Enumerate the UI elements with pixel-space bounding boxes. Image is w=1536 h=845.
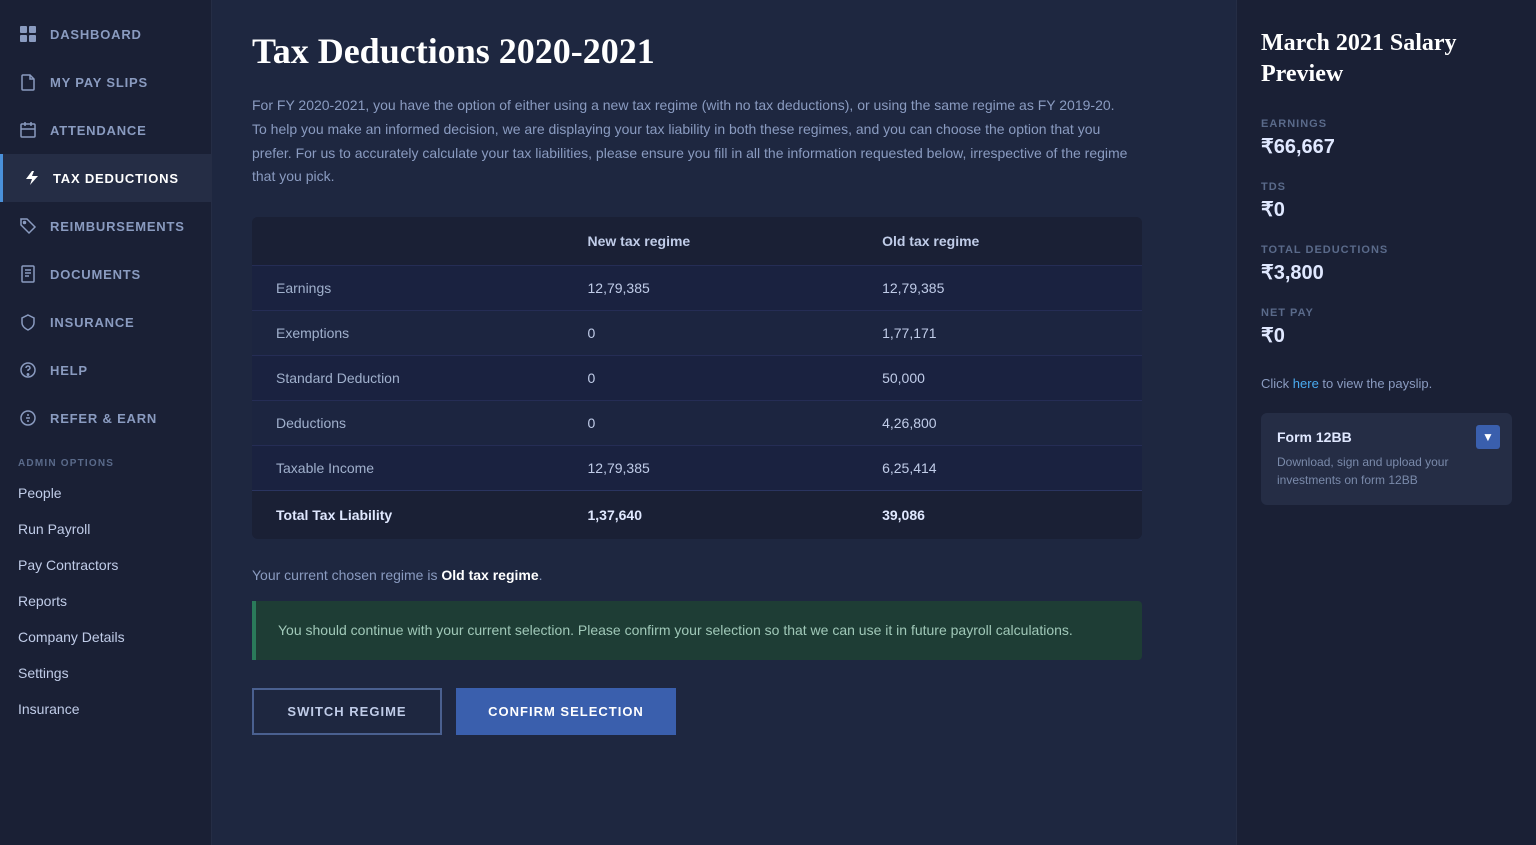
table-row: Earnings 12,79,385 12,79,385 (252, 266, 1142, 311)
sidebar-item-label: MY PAY SLIPS (50, 75, 148, 90)
sidebar: DASHBOARD MY PAY SLIPS ATTENDANCE TAX DE… (0, 0, 212, 845)
table-row: Exemptions 0 1,77,171 (252, 311, 1142, 356)
doc-icon (18, 264, 38, 284)
salary-item-tds: TDS ₹0 (1261, 181, 1512, 222)
question-icon (18, 360, 38, 380)
coin-icon (18, 408, 38, 428)
sidebar-admin-item-reports[interactable]: Reports (0, 583, 211, 619)
tax-table: New tax regime Old tax regime Earnings 1… (252, 217, 1142, 539)
sidebar-item-my-pay-slips[interactable]: MY PAY SLIPS (0, 58, 211, 106)
salary-value: ₹66,667 (1261, 134, 1512, 159)
sidebar-item-dashboard[interactable]: DASHBOARD (0, 10, 211, 58)
bolt-icon (21, 168, 41, 188)
salary-label: NET PAY (1261, 307, 1512, 319)
sidebar-item-reimbursements[interactable]: REIMBURSEMENTS (0, 202, 211, 250)
salary-value: ₹0 (1261, 323, 1512, 348)
grid-icon (18, 24, 38, 44)
advice-box: You should continue with your current se… (252, 601, 1142, 659)
switch-regime-button[interactable]: SWITCH REGIME (252, 688, 442, 735)
salary-item-total-deductions: TOTAL DEDUCTIONS ₹3,800 (1261, 244, 1512, 285)
row-old-regime: 12,79,385 (858, 266, 1142, 311)
salary-label: TDS (1261, 181, 1512, 193)
sidebar-item-label: ATTENDANCE (50, 123, 147, 138)
sidebar-admin-item-run-payroll[interactable]: Run Payroll (0, 511, 211, 547)
row-new-regime: 12,79,385 (564, 446, 859, 491)
sidebar-item-tax-deductions[interactable]: TAX DEDUCTIONS (0, 154, 211, 202)
row-new-regime: 12,79,385 (564, 266, 859, 311)
salary-value: ₹0 (1261, 197, 1512, 222)
sidebar-item-refer-earn[interactable]: REFER & EARN (0, 394, 211, 442)
row-label: Standard Deduction (252, 356, 564, 401)
sidebar-item-label: REIMBURSEMENTS (50, 219, 185, 234)
salary-preview-title: March 2021 Salary Preview (1261, 28, 1512, 90)
form-card-title: Form 12BB (1277, 429, 1496, 445)
sidebar-item-insurance[interactable]: INSURANCE (0, 298, 211, 346)
sidebar-item-label: REFER & EARN (50, 411, 157, 426)
sidebar-admin-item-settings[interactable]: Settings (0, 655, 211, 691)
row-old-regime: 6,25,414 (858, 446, 1142, 491)
salary-item-net-pay: NET PAY ₹0 (1261, 307, 1512, 348)
confirm-selection-button[interactable]: CONFIRM SELECTION (456, 688, 676, 735)
sidebar-item-attendance[interactable]: ATTENDANCE (0, 106, 211, 154)
sidebar-item-label: DOCUMENTS (50, 267, 141, 282)
sidebar-item-label: HELP (50, 363, 88, 378)
row-new-regime: 0 (564, 311, 859, 356)
sidebar-item-label: DASHBOARD (50, 27, 142, 42)
sidebar-admin-item-people[interactable]: People (0, 475, 211, 511)
row-label: Earnings (252, 266, 564, 311)
form-card[interactable]: ▼ Form 12BB Download, sign and upload yo… (1261, 413, 1512, 505)
table-row: Taxable Income 12,79,385 6,25,414 (252, 446, 1142, 491)
sidebar-admin-item-company-details[interactable]: Company Details (0, 619, 211, 655)
tag-icon (18, 216, 38, 236)
form-card-desc: Download, sign and upload your investmen… (1277, 453, 1496, 489)
table-row: Standard Deduction 0 50,000 (252, 356, 1142, 401)
sidebar-item-help[interactable]: HELP (0, 346, 211, 394)
col-header-empty (252, 217, 564, 266)
payslip-link[interactable]: here (1293, 376, 1319, 391)
action-buttons: SWITCH REGIME CONFIRM SELECTION (252, 688, 1142, 735)
sidebar-admin-item-insurance-admin[interactable]: Insurance (0, 691, 211, 727)
sidebar-item-documents[interactable]: DOCUMENTS (0, 250, 211, 298)
table-row: Deductions 0 4,26,800 (252, 401, 1142, 446)
regime-info: Your current chosen regime is Old tax re… (252, 567, 1196, 583)
footer-new-regime: 1,37,640 (564, 491, 859, 540)
row-label: Exemptions (252, 311, 564, 356)
col-header-new: New tax regime (564, 217, 859, 266)
row-old-regime: 50,000 (858, 356, 1142, 401)
salary-value: ₹3,800 (1261, 260, 1512, 285)
salary-item-earnings: EARNINGS ₹66,667 (1261, 118, 1512, 159)
main-content: Tax Deductions 2020-2021 For FY 2020-202… (212, 0, 1236, 845)
sidebar-item-label: INSURANCE (50, 315, 134, 330)
row-old-regime: 1,77,171 (858, 311, 1142, 356)
sidebar-item-label: TAX DEDUCTIONS (53, 171, 179, 186)
advice-text: You should continue with your current se… (278, 619, 1120, 641)
shield-icon (18, 312, 38, 332)
download-icon: ▼ (1476, 425, 1500, 449)
row-label: Taxable Income (252, 446, 564, 491)
salary-label: TOTAL DEDUCTIONS (1261, 244, 1512, 256)
sidebar-admin-item-pay-contractors[interactable]: Pay Contractors (0, 547, 211, 583)
description: For FY 2020-2021, you have the option of… (252, 94, 1132, 189)
footer-label: Total Tax Liability (252, 491, 564, 540)
row-new-regime: 0 (564, 356, 859, 401)
file-icon (18, 72, 38, 92)
row-new-regime: 0 (564, 401, 859, 446)
row-old-regime: 4,26,800 (858, 401, 1142, 446)
salary-label: EARNINGS (1261, 118, 1512, 130)
col-header-old: Old tax regime (858, 217, 1142, 266)
payslip-link-text: Click here to view the payslip. (1261, 376, 1512, 391)
right-panel: March 2021 Salary Preview EARNINGS ₹66,6… (1236, 0, 1536, 845)
calendar-icon (18, 120, 38, 140)
admin-section-label: ADMIN OPTIONS (0, 442, 211, 475)
page-title: Tax Deductions 2020-2021 (252, 30, 1196, 72)
row-label: Deductions (252, 401, 564, 446)
footer-old-regime: 39,086 (858, 491, 1142, 540)
